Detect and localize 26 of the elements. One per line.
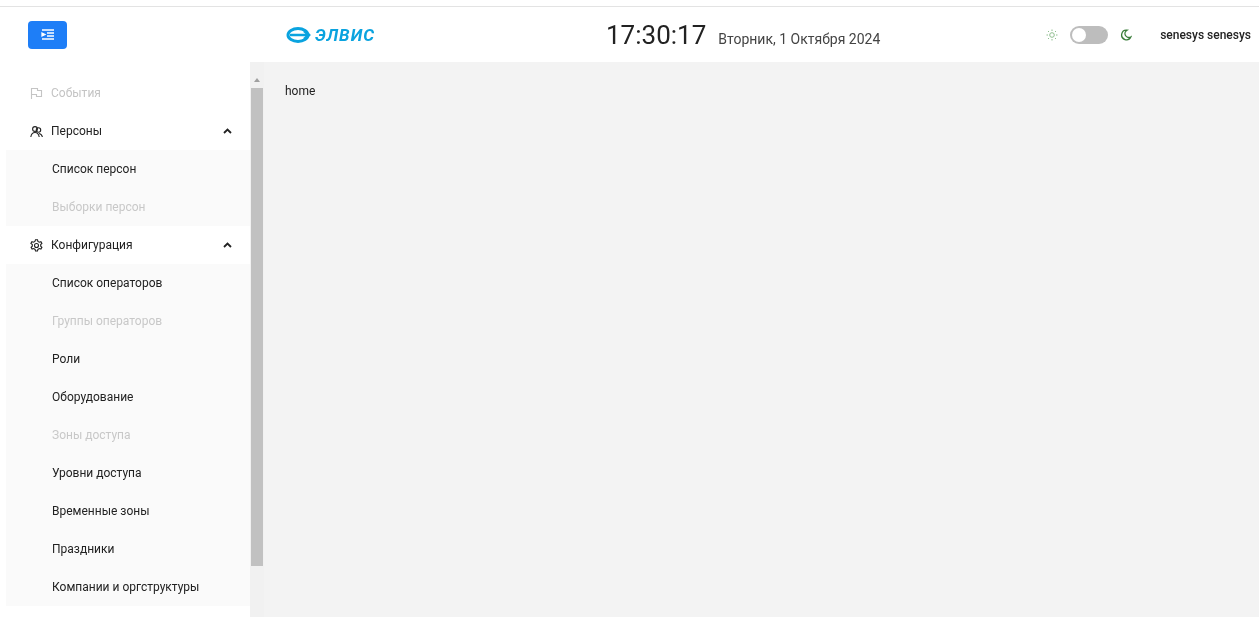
sidebar-subitem[interactable]: Уровни доступа <box>6 454 250 492</box>
scrollbar[interactable] <box>250 62 264 617</box>
sidebar-subitem[interactable]: Компании и оргструктуры <box>6 568 250 606</box>
sidebar-item[interactable]: Конфигурация <box>6 226 250 264</box>
theme-toggle[interactable] <box>1070 25 1109 44</box>
clock-time: 17:30:17 <box>606 19 707 50</box>
scrollbar-thumb[interactable] <box>251 88 263 566</box>
scroll-up-icon[interactable] <box>254 78 260 82</box>
sidebar-subitem[interactable]: Праздники <box>6 530 250 568</box>
user-name[interactable]: senesys senesys <box>1160 27 1251 42</box>
sidebar-subitem[interactable]: Роли <box>6 340 250 378</box>
sidebar-item[interactable]: Персоны <box>6 112 250 150</box>
clock-date: Вторник, 1 Октября 2024 <box>718 30 881 47</box>
flag-icon <box>30 86 43 100</box>
page-text: home <box>285 84 316 98</box>
sidebar-subitem[interactable]: Оборудование <box>6 378 250 416</box>
menu-button[interactable] <box>28 20 67 49</box>
sidebar-subitem[interactable]: Список операторов <box>6 264 250 302</box>
sidebar-subitem[interactable]: Временные зоны <box>6 492 250 530</box>
sun-icon <box>1046 28 1059 41</box>
persons-icon <box>30 124 43 138</box>
gear-icon <box>30 238 43 252</box>
sidebar-subitem[interactable]: Список персон <box>6 150 250 188</box>
moon-icon <box>1120 28 1133 41</box>
menu-icon <box>40 28 55 41</box>
logo-text: ЭЛВИС <box>315 24 375 45</box>
